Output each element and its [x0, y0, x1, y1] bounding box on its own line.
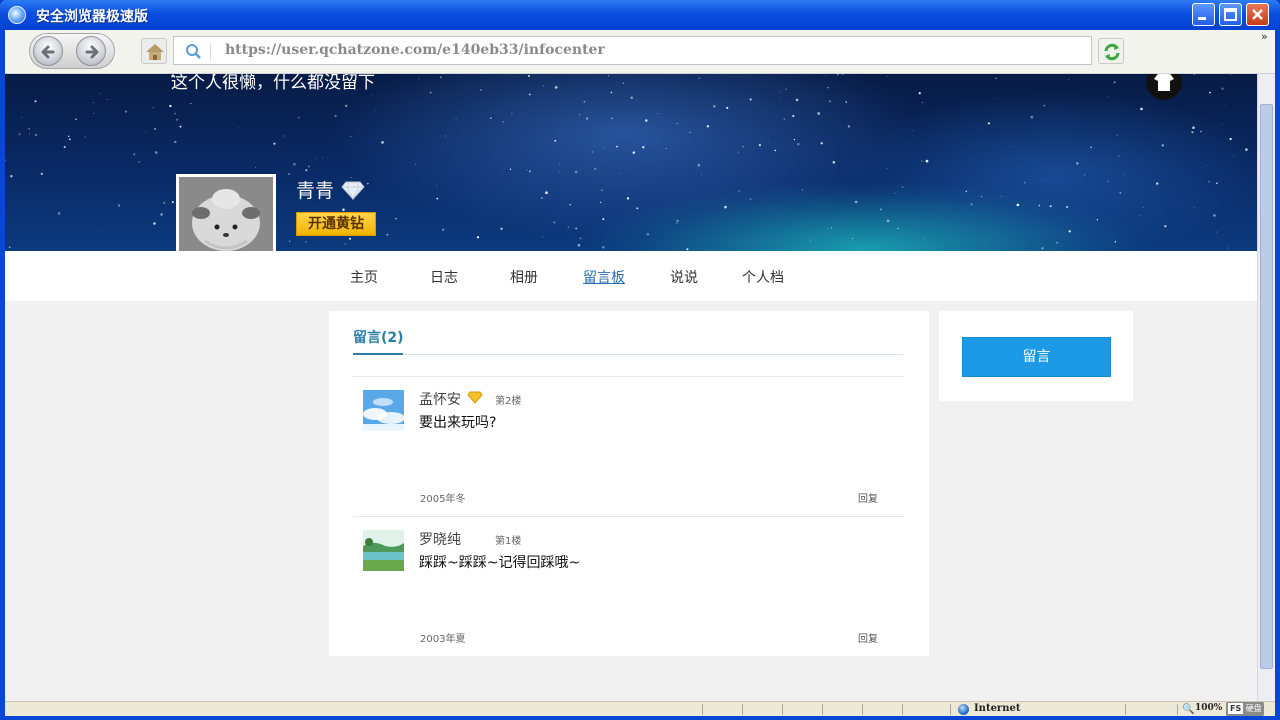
browser-toolbar: https://user.qchatzone.com/e140eb33/info…	[5, 30, 1275, 74]
forward-button[interactable]	[76, 36, 106, 66]
fs-label: FS	[1228, 703, 1244, 714]
yellow-diamond-icon	[467, 391, 483, 404]
close-icon	[1252, 9, 1263, 20]
maximize-button[interactable]	[1219, 3, 1242, 26]
fs-status-badge[interactable]: FS 硬盘	[1226, 702, 1264, 716]
title-divider	[353, 354, 903, 355]
guestbook-title: 留言(2)	[353, 330, 404, 346]
message-content: 要出来玩吗?	[419, 415, 497, 431]
vertical-scrollbar[interactable]	[1257, 74, 1275, 701]
address-bar[interactable]: https://user.qchatzone.com/e140eb33/info…	[173, 36, 1092, 65]
status-bar: Internet 🔍 100% FS 硬盘	[5, 701, 1275, 716]
sky-clouds-icon[interactable]	[363, 390, 404, 431]
window-frame-bottom	[0, 716, 1280, 720]
tab-profile[interactable]: 个人档	[742, 267, 784, 287]
reply-link[interactable]: 回复	[858, 630, 878, 645]
refresh-icon	[1104, 43, 1120, 61]
profile-navbar: 主页 日志 相册 留言板 说说 个人档	[5, 251, 1257, 301]
statusbar-divider	[742, 704, 743, 715]
message-author[interactable]: 孟怀安	[419, 389, 461, 409]
statusbar-divider	[822, 704, 823, 715]
vip-upgrade-button[interactable]: 开通黄钻	[296, 212, 376, 236]
zoom-level[interactable]: 100%	[1195, 703, 1222, 713]
security-zone: Internet	[974, 703, 1021, 714]
statusbar-divider	[1177, 704, 1178, 715]
tab-moments[interactable]: 说说	[670, 267, 698, 287]
tab-blog[interactable]: 日志	[430, 267, 458, 287]
post-message-button[interactable]: 留言	[962, 337, 1111, 377]
back-button[interactable]	[33, 36, 63, 66]
message-date: 2003年夏	[420, 634, 466, 645]
message-content: 踩踩~踩踩~记得回踩哦~	[419, 555, 581, 571]
title-underline	[353, 353, 403, 355]
arrow-left-icon	[41, 45, 55, 59]
statusbar-divider	[1125, 704, 1126, 715]
window-title: 安全浏览器极速版	[36, 9, 148, 25]
nav-buttons-group	[29, 33, 115, 69]
statusbar-divider	[862, 704, 863, 715]
refresh-button[interactable]	[1098, 38, 1124, 64]
home-icon	[146, 44, 164, 60]
minimize-icon	[1198, 17, 1206, 20]
statusbar-divider	[782, 704, 783, 715]
address-text[interactable]: https://user.qchatzone.com/e140eb33/info…	[225, 42, 605, 58]
home-button[interactable]	[141, 38, 167, 64]
shirt-icon	[1154, 74, 1174, 91]
fs-text: 硬盘	[1245, 704, 1262, 713]
message-author[interactable]: 罗晓纯	[419, 529, 461, 549]
guestbook-message: 罗晓纯 第1楼 踩踩~踩踩~记得回踩哦~ 2003年夏 回复	[353, 516, 904, 656]
maximize-icon	[1224, 8, 1237, 21]
page-viewport: 这个人很懒，什么都没留下 青青 开通黄钻 主页 日志 相册 留言板 说说 个人档…	[5, 74, 1257, 701]
statusbar-divider	[702, 704, 703, 715]
guestbook-panel: 留言(2) 孟怀安 第2楼 要出来玩吗? 2005年冬 回复 罗晓纯 第1楼 踩…	[329, 311, 929, 656]
address-separator	[210, 43, 211, 60]
browser-logo-icon	[8, 6, 26, 24]
scrollbar-thumb[interactable]	[1260, 104, 1273, 669]
zoom-icon[interactable]: 🔍	[1182, 704, 1194, 715]
statusbar-divider	[902, 704, 903, 715]
close-button[interactable]	[1246, 3, 1269, 26]
minimize-button[interactable]	[1192, 3, 1215, 26]
window-titlebar[interactable]: 安全浏览器极速版	[0, 0, 1280, 30]
toolbar-overflow-chevron[interactable]: »	[1261, 30, 1268, 43]
post-message-panel: 留言	[939, 311, 1133, 401]
diamond-icon	[341, 181, 365, 200]
message-floor: 第1楼	[495, 536, 522, 547]
statusbar-divider	[950, 704, 951, 715]
message-floor: 第2楼	[495, 396, 522, 407]
guestbook-message: 孟怀安 第2楼 要出来玩吗? 2005年冬 回复	[353, 376, 904, 516]
tab-album[interactable]: 相册	[510, 267, 538, 287]
skin-button[interactable]	[1146, 74, 1182, 100]
window-frame-right	[1275, 30, 1280, 720]
message-date: 2005年冬	[420, 494, 466, 505]
landscape-icon[interactable]	[363, 530, 404, 571]
search-icon	[186, 44, 201, 59]
tab-home[interactable]: 主页	[350, 267, 378, 287]
arrow-right-icon	[85, 45, 99, 59]
reply-link[interactable]: 回复	[858, 490, 878, 505]
profile-signature: 这个人很懒，什么都没留下	[171, 74, 375, 93]
tab-guestbook[interactable]: 留言板	[583, 267, 625, 287]
profile-username: 青青	[296, 180, 335, 202]
globe-icon	[958, 704, 969, 715]
